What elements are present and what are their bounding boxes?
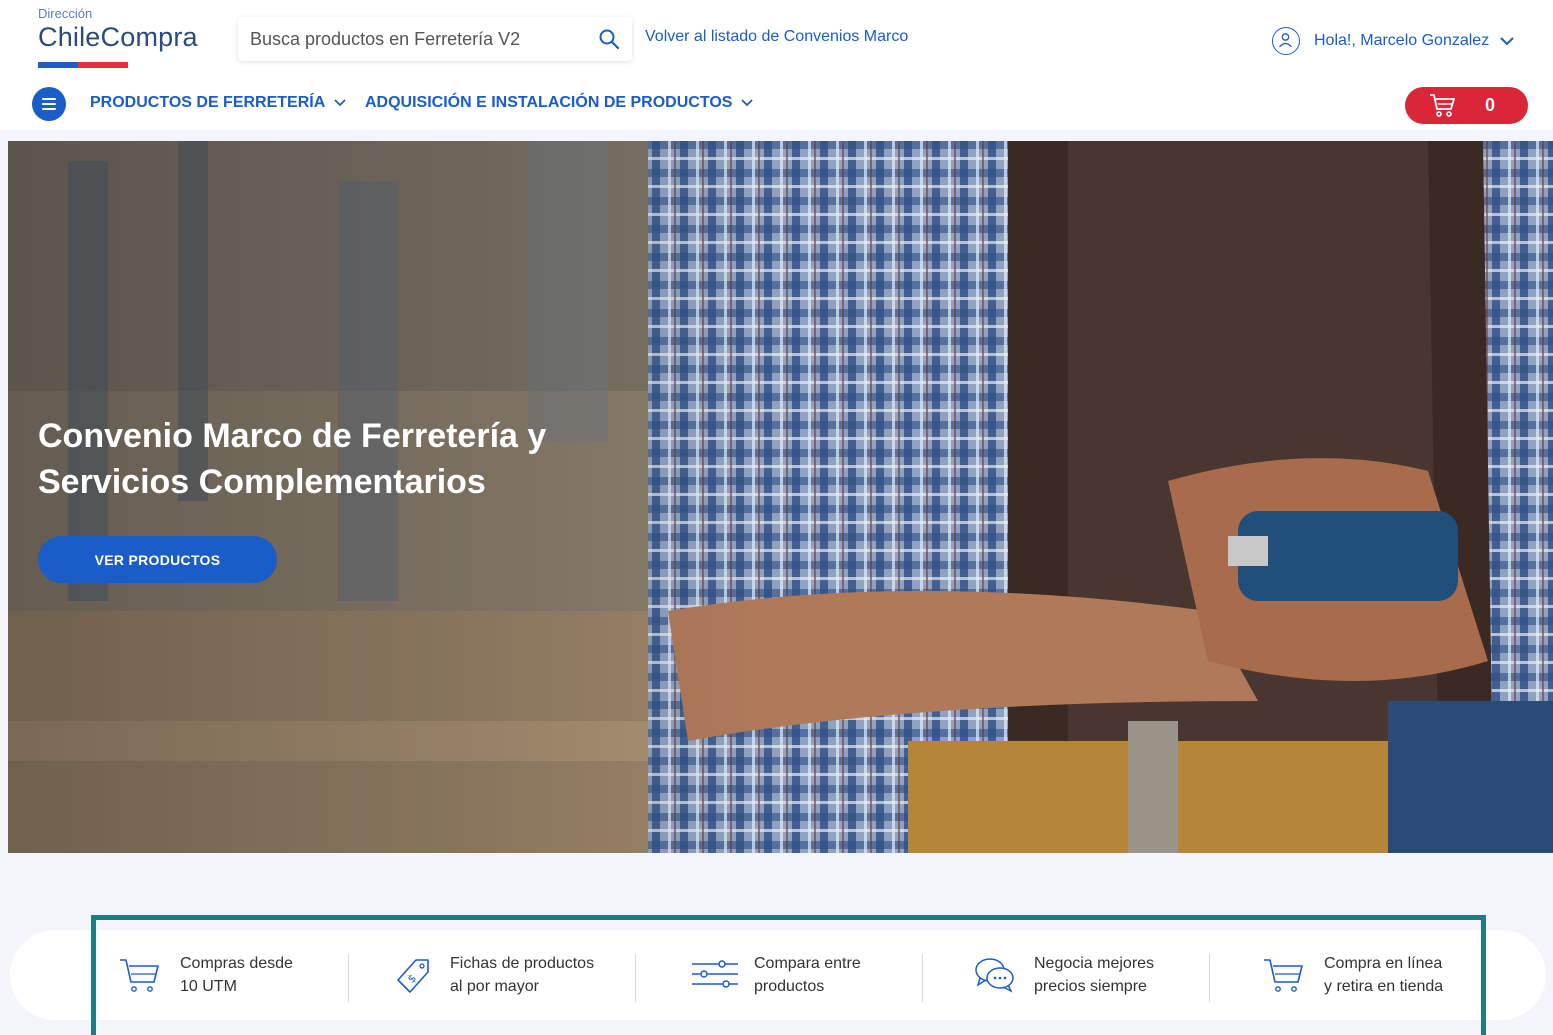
ver-productos-button[interactable]: VER PRODUCTOS bbox=[38, 536, 277, 583]
hero-title: Convenio Marco de Ferretería y Servicios… bbox=[38, 413, 638, 505]
cart-button[interactable]: 0 bbox=[1405, 87, 1528, 124]
features-highlight-frame bbox=[91, 915, 1486, 1035]
nav-label: ADQUISICIÓN E INSTALACIÓN DE PRODUCTOS bbox=[365, 94, 733, 111]
search-input[interactable] bbox=[250, 25, 580, 53]
user-icon bbox=[1272, 27, 1300, 55]
logo-line2: ChileCompra bbox=[38, 22, 198, 52]
cart-icon bbox=[1430, 94, 1455, 117]
chevron-down-icon bbox=[1500, 37, 1514, 46]
hero-title-line1: Convenio Marco de Ferretería y bbox=[38, 417, 547, 455]
user-greeting: Hola!, Marcelo Gonzalez bbox=[1314, 32, 1490, 49]
chevron-down-icon bbox=[741, 99, 754, 107]
search-icon[interactable] bbox=[598, 28, 620, 50]
hamburger-menu-icon[interactable] bbox=[32, 87, 66, 121]
hero-banner: Convenio Marco de Ferretería y Servicios… bbox=[8, 141, 1553, 853]
nav-productos-ferreteria[interactable]: PRODUCTOS DE FERRETERÍA bbox=[90, 94, 347, 112]
search-box bbox=[238, 17, 632, 61]
hero-title-line2: Servicios Complementarios bbox=[38, 463, 486, 501]
nav-label: PRODUCTOS DE FERRETERÍA bbox=[90, 94, 326, 111]
chevron-down-icon bbox=[334, 99, 346, 107]
logo-flag-bar bbox=[38, 62, 128, 68]
back-to-convenios-link[interactable]: Volver al listado de Convenios Marco bbox=[645, 28, 908, 46]
logo-line1: Dirección bbox=[38, 6, 93, 21]
chilecompra-logo[interactable]: Dirección ChileCompra bbox=[38, 6, 208, 72]
cart-count: 0 bbox=[1485, 95, 1496, 115]
nav-adquisicion-instalacion[interactable]: ADQUISICIÓN E INSTALACIÓN DE PRODUCTOS bbox=[365, 94, 754, 112]
top-header: Dirección ChileCompra Volver al listado … bbox=[0, 0, 1553, 130]
user-menu[interactable]: Hola!, Marcelo Gonzalez bbox=[1272, 26, 1515, 56]
